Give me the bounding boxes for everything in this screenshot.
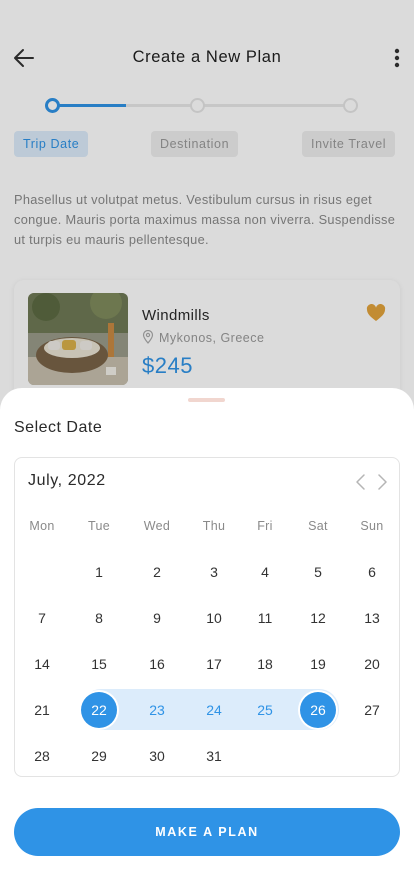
calendar-day[interactable]: 9 xyxy=(139,600,175,636)
calendar-day[interactable]: 13 xyxy=(354,600,390,636)
calendar-day[interactable]: 15 xyxy=(81,646,117,682)
calendar-day[interactable]: 5 xyxy=(300,554,336,590)
sheet-drag-handle[interactable] xyxy=(188,398,225,402)
weekday-label: Mon xyxy=(29,519,55,533)
calendar-day[interactable]: 2 xyxy=(139,554,175,590)
calendar-day[interactable]: 27 xyxy=(354,692,390,728)
calendar-day[interactable]: 23 xyxy=(139,692,175,728)
calendar-day[interactable]: 12 xyxy=(300,600,336,636)
weekday-label: Sun xyxy=(360,519,384,533)
calendar-day[interactable]: 1 xyxy=(81,554,117,590)
calendar-day[interactable]: 25 xyxy=(247,692,283,728)
weekday-label: Thu xyxy=(202,519,226,533)
calendar-day[interactable]: 14 xyxy=(24,646,60,682)
sheet-title: Select Date xyxy=(14,419,103,436)
calendar-day[interactable]: 8 xyxy=(81,600,117,636)
weekday-label: Wed xyxy=(143,519,171,533)
calendar-day[interactable]: 31 xyxy=(196,738,232,774)
calendar: July, 2022 Mon Tue Wed Thu Fri Sat Sun 1 2 3 4 5 6 7 8… xyxy=(14,457,400,777)
calendar-day[interactable]: 7 xyxy=(24,600,60,636)
chevron-right-icon[interactable] xyxy=(375,473,389,491)
calendar-day[interactable]: 22 xyxy=(81,692,117,728)
chevron-left-icon[interactable] xyxy=(354,473,368,491)
calendar-day[interactable]: 24 xyxy=(196,692,232,728)
calendar-day[interactable]: 17 xyxy=(196,646,232,682)
calendar-day[interactable]: 11 xyxy=(247,600,283,636)
calendar-day[interactable]: 4 xyxy=(247,554,283,590)
calendar-day[interactable]: 6 xyxy=(354,554,390,590)
calendar-day[interactable]: 21 xyxy=(24,692,60,728)
make-a-plan-button[interactable]: MAKE A PLAN xyxy=(14,808,400,856)
weekday-label: Sat xyxy=(308,519,328,533)
select-date-sheet: Select Date July, 2022 Mon Tue Wed Thu Fri Sa… xyxy=(0,388,414,896)
weekday-label: Tue xyxy=(88,519,110,533)
calendar-day[interactable]: 18 xyxy=(247,646,283,682)
calendar-day[interactable]: 19 xyxy=(300,646,336,682)
calendar-month-label: July, 2022 xyxy=(28,472,106,489)
calendar-day[interactable]: 26 xyxy=(300,692,336,728)
calendar-day[interactable]: 16 xyxy=(139,646,175,682)
calendar-day[interactable]: 29 xyxy=(81,738,117,774)
calendar-day[interactable]: 3 xyxy=(196,554,232,590)
calendar-day[interactable]: 30 xyxy=(139,738,175,774)
calendar-day[interactable]: 20 xyxy=(354,646,390,682)
calendar-day[interactable]: 28 xyxy=(24,738,60,774)
calendar-day[interactable]: 10 xyxy=(196,600,232,636)
weekday-label: Fri xyxy=(257,519,273,533)
